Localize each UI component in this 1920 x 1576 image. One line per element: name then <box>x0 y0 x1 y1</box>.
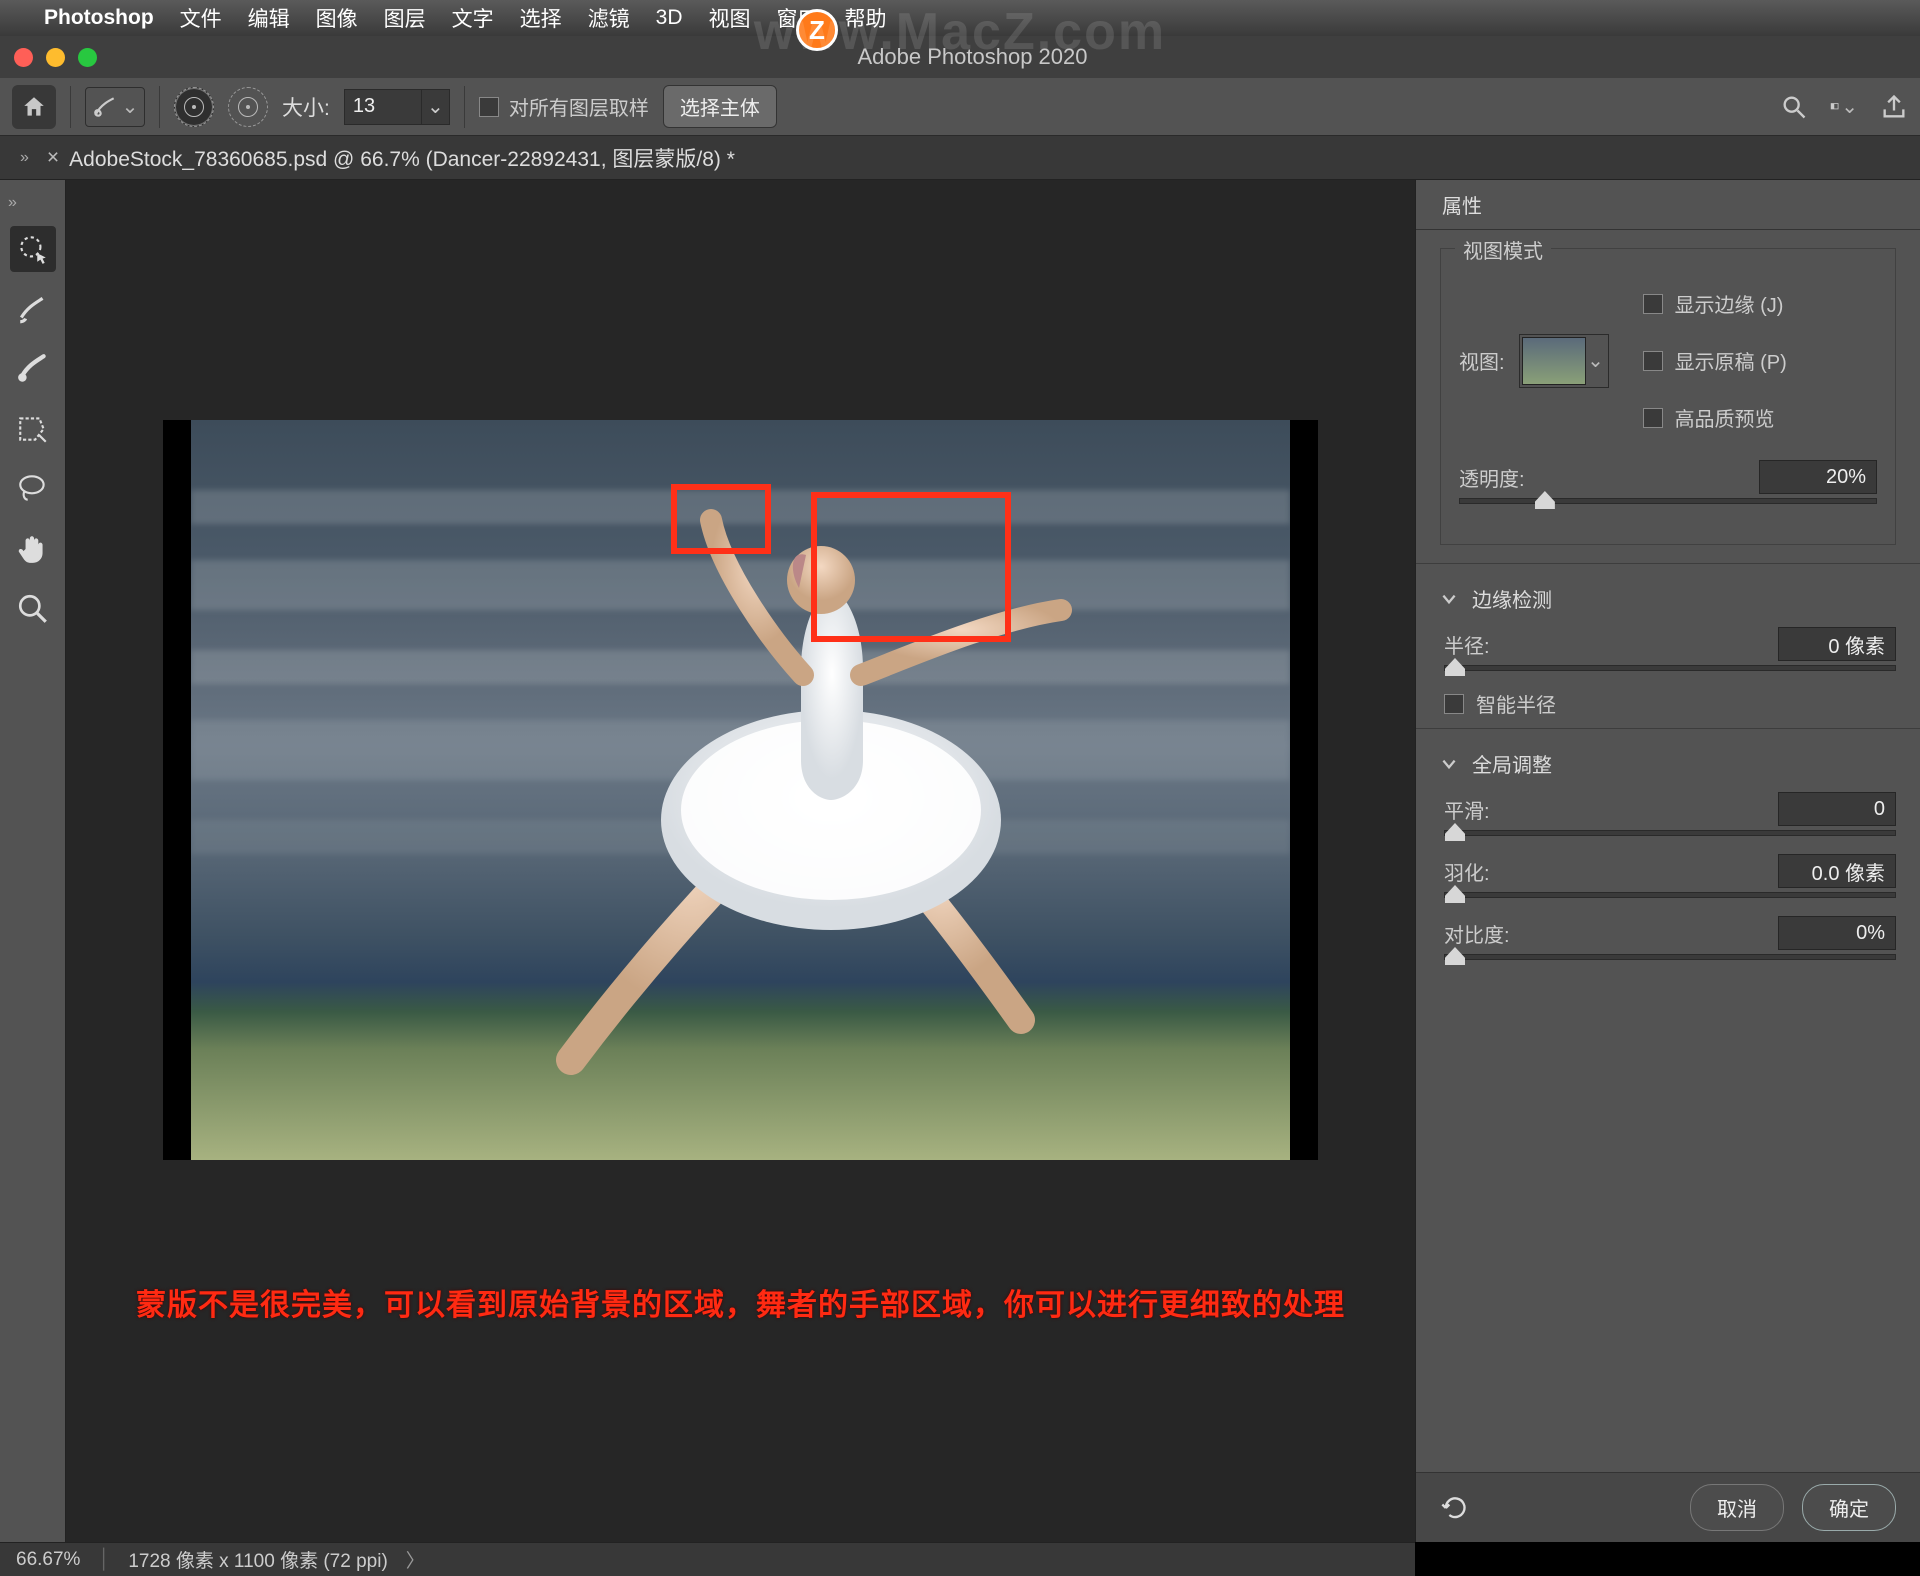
menu-layer[interactable]: 图层 <box>384 3 426 33</box>
separator <box>70 86 71 128</box>
view-thumb-picker[interactable]: ⌄ <box>1519 334 1609 388</box>
divider <box>1416 728 1920 729</box>
brush-size-label: 大小: <box>282 92 330 122</box>
canvas-image <box>191 420 1290 1160</box>
edge-detection-header[interactable]: 边缘检测 <box>1440 584 1896 613</box>
zoom-level[interactable]: 66.67% <box>16 1549 80 1571</box>
canvas-frame <box>163 420 1318 1160</box>
brush-preset-picker[interactable]: ⌄ <box>85 87 145 127</box>
sampling-point-icon[interactable] <box>174 87 214 127</box>
menu-view[interactable]: 视图 <box>709 3 751 33</box>
menu-file[interactable]: 文件 <box>180 3 222 33</box>
view-label: 视图: <box>1459 346 1505 375</box>
document-tab-title: AdobeStock_78360685.psd @ 66.7% (Dancer-… <box>69 143 735 173</box>
opacity-slider[interactable] <box>1459 498 1877 504</box>
sample-all-layers-checkbox[interactable] <box>479 97 499 117</box>
hand-tool[interactable] <box>10 526 56 572</box>
undo-icon[interactable] <box>1440 1494 1468 1522</box>
watermark-text: www.MacZ.com <box>754 2 1166 62</box>
panel-tabs: 属性 <box>1416 180 1920 230</box>
menu-type[interactable]: 文字 <box>452 3 494 33</box>
lasso-tool[interactable] <box>10 466 56 512</box>
contrast-slider[interactable] <box>1444 954 1896 960</box>
show-original-checkbox[interactable] <box>1643 351 1663 371</box>
radius-slider[interactable] <box>1444 665 1896 671</box>
chevron-down-icon <box>1440 590 1458 608</box>
panel-tab-properties[interactable]: 属性 <box>1416 180 1508 229</box>
zoom-tool[interactable] <box>10 586 56 632</box>
annotation-box-hand <box>811 492 1011 642</box>
select-subject-button[interactable]: 选择主体 <box>663 85 777 128</box>
menu-edit[interactable]: 编辑 <box>248 3 290 33</box>
quick-selection-tool[interactable] <box>10 226 56 272</box>
contrast-label: 对比度: <box>1444 919 1510 948</box>
close-tab-icon[interactable]: × <box>47 146 59 170</box>
collapse-panels-icon[interactable]: » <box>20 149 29 167</box>
separator <box>159 86 160 128</box>
smooth-value[interactable]: 0 <box>1778 792 1896 826</box>
contrast-value[interactable]: 0% <box>1778 916 1896 950</box>
edge-detection-label: 边缘检测 <box>1472 584 1552 613</box>
sample-all-layers-label: 对所有图层取样 <box>509 92 649 121</box>
sampling-area-icon[interactable] <box>228 87 268 127</box>
toolbox-collapse-icon[interactable]: » <box>8 194 17 212</box>
view-mode-title: 视图模式 <box>1455 235 1551 264</box>
brush-tool[interactable] <box>10 346 56 392</box>
refine-edge-brush-tool[interactable] <box>10 286 56 332</box>
global-adjust-label: 全局调整 <box>1472 749 1552 778</box>
smooth-label: 平滑: <box>1444 795 1490 824</box>
cancel-button[interactable]: 取消 <box>1690 1484 1784 1531</box>
hq-preview-checkbox[interactable] <box>1643 408 1663 428</box>
annotation-text: 蒙版不是很完美，可以看到原始背景的区域，舞者的手部区域，你可以进行更细致的处理 <box>136 1280 1345 1324</box>
menu-filter[interactable]: 滤镜 <box>588 3 630 33</box>
home-button[interactable] <box>12 85 56 129</box>
document-tabs: » × AdobeStock_78360685.psd @ 66.7% (Dan… <box>0 136 1920 180</box>
status-bar: 66.67% │ 1728 像素 x 1100 像素 (72 ppi) 〉 <box>0 1542 1415 1576</box>
view-mode-group: 视图模式 视图: ⌄ 显示边缘 (J) 显示原稿 (P) 高品质预览 透明度: <box>1440 248 1896 545</box>
ok-button[interactable]: 确定 <box>1802 1484 1896 1531</box>
menu-3d[interactable]: 3D <box>656 6 683 30</box>
feather-label: 羽化: <box>1444 857 1490 886</box>
toolbox: » <box>0 180 66 1542</box>
brush-size-input[interactable]: 13 <box>344 89 422 125</box>
divider <box>1416 563 1920 564</box>
opacity-value[interactable]: 20% <box>1759 460 1877 494</box>
chevron-down-icon: ⌄ <box>1586 348 1606 373</box>
panel-footer: 取消 确定 <box>1416 1472 1920 1542</box>
search-icon[interactable] <box>1780 93 1808 121</box>
show-edges-checkbox[interactable] <box>1643 294 1663 314</box>
global-adjust-header[interactable]: 全局调整 <box>1440 749 1896 778</box>
menu-image[interactable]: 图像 <box>316 3 358 33</box>
properties-panel: 属性 视图模式 视图: ⌄ 显示边缘 (J) 显示原稿 (P) 高品质预览 <box>1415 180 1920 1542</box>
options-bar: ⌄ 大小: 13 ⌄ 对所有图层取样 选择主体 ⌄ <box>0 78 1920 136</box>
polygonal-lasso-tool[interactable] <box>10 406 56 452</box>
hq-preview-label: 高品质预览 <box>1675 403 1775 432</box>
radius-value[interactable]: 0 像素 <box>1778 627 1896 661</box>
statusbar-menu-icon[interactable]: 〉 <box>406 1546 425 1573</box>
document-dimensions: 1728 像素 x 1100 像素 (72 ppi) <box>128 1546 387 1573</box>
annotation-box-head <box>671 484 771 554</box>
opacity-label: 透明度: <box>1459 463 1525 492</box>
brush-size-dropdown[interactable]: ⌄ <box>422 89 450 125</box>
screen-mode-icon[interactable]: ⌄ <box>1830 93 1858 121</box>
smart-radius-checkbox[interactable] <box>1444 694 1464 714</box>
canvas-area[interactable]: 蒙版不是很完美，可以看到原始背景的区域，舞者的手部区域，你可以进行更细致的处理 <box>66 180 1415 1542</box>
app-name[interactable]: Photoshop <box>44 6 154 30</box>
separator <box>464 86 465 128</box>
share-icon[interactable] <box>1880 93 1908 121</box>
smart-radius-label: 智能半径 <box>1476 689 1556 718</box>
chevron-down-icon <box>1440 755 1458 773</box>
radius-label: 半径: <box>1444 630 1490 659</box>
feather-value[interactable]: 0.0 像素 <box>1778 854 1896 888</box>
document-tab[interactable]: × AdobeStock_78360685.psd @ 66.7% (Dance… <box>47 143 735 173</box>
smooth-slider[interactable] <box>1444 830 1896 836</box>
show-original-label: 显示原稿 (P) <box>1675 346 1787 375</box>
show-edges-label: 显示边缘 (J) <box>1675 289 1784 318</box>
feather-slider[interactable] <box>1444 892 1896 898</box>
menu-select[interactable]: 选择 <box>520 3 562 33</box>
view-thumb <box>1522 337 1586 385</box>
